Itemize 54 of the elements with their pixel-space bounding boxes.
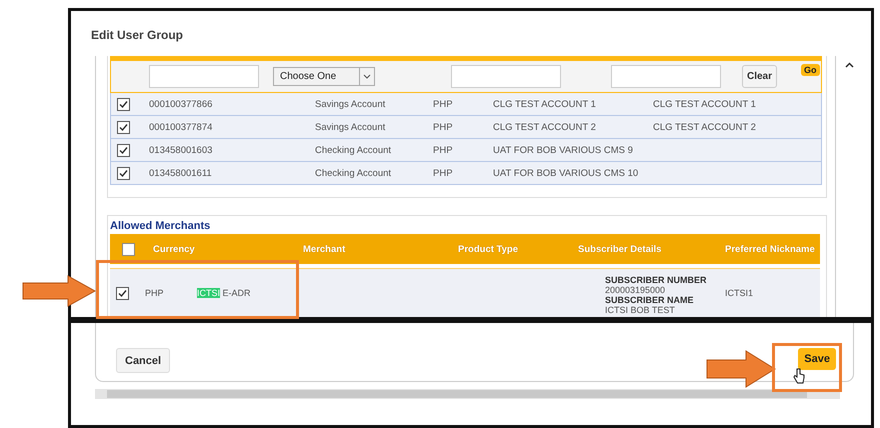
highlight-frame	[772, 343, 842, 392]
checkbox[interactable]	[116, 286, 129, 300]
table-cell-text: 000100377874	[149, 122, 214, 132]
clear-button[interactable]: Clear	[742, 65, 778, 88]
table-cell-text: UAT FOR BOB VARIOUS CMS 10	[493, 168, 640, 178]
dialog-title: Edit User Group	[90, 27, 184, 44]
cancel-button[interactable]: Cancel	[116, 348, 170, 373]
column-header: Currency	[153, 244, 196, 254]
section-title: Allowed Merchants	[110, 220, 212, 232]
scroll-up-icon[interactable]	[844, 62, 854, 68]
table-row[interactable]: 013458001603 Checking Account PHP UAT FOR BOB VARIOUS CMS 9	[110, 139, 822, 162]
table-row[interactable]: 013458001611 Checking Account PHP UAT FOR BOB VARIOUS CMS 10	[110, 162, 822, 185]
table-row[interactable]: 000100377874 Savings Account PHP CLG TEST ACCOUNT 2 CLG TEST ACCOUNT 2	[110, 116, 822, 139]
table-cell-text: Savings Account	[315, 122, 386, 132]
table-cell-text: PHP	[145, 288, 165, 298]
table-cell-text: Savings Account	[315, 98, 386, 110]
table-cell-text: CLG TEST ACCOUNT 1	[653, 98, 757, 110]
go-button[interactable]: Go	[801, 64, 820, 76]
checkbox[interactable]	[122, 242, 135, 256]
table-row[interactable]: PHP ICTSI E-ADR SUBSCRIBER NUMBER 200003195000 SUBSCRIBER NAME ICTSI BOB TEST ICTSI1	[110, 268, 820, 317]
table-cell-text: CLG TEST ACCOUNT 2	[653, 122, 757, 132]
table-cell-text: PHP	[433, 168, 454, 178]
checkbox[interactable]	[117, 120, 130, 134]
table-cell-text: UAT FOR BOB VARIOUS CMS 9	[493, 144, 634, 156]
table-cell-text: 013458001603	[149, 144, 214, 156]
subscriber-details: SUBSCRIBER NUMBER 200003195000 SUBSCRIBER NAME ICTSI BOB TEST	[605, 274, 708, 315]
filter-field[interactable]	[149, 65, 259, 88]
checkbox[interactable]	[117, 144, 130, 156]
column-header: Merchant	[303, 244, 346, 254]
column-header: Preferred Nickname	[725, 244, 816, 254]
chevron-down-icon	[363, 74, 371, 79]
column-header: Subscriber Details	[578, 244, 662, 254]
hand-cursor-icon	[793, 368, 805, 384]
table-cell-text: PHP	[433, 144, 454, 156]
table-cell-text: Checking Account	[315, 144, 392, 156]
checkbox[interactable]	[117, 98, 130, 110]
arrow-annotation	[706, 350, 776, 388]
table-cell-text: ICTSI1	[725, 288, 754, 298]
filter-field[interactable]	[451, 65, 561, 88]
table-cell-text: PHP	[433, 122, 454, 132]
table-cell-text: 013458001611	[149, 168, 213, 178]
horizontal-scrollbar[interactable]	[95, 389, 840, 399]
table-cell-text: CLG TEST ACCOUNT 1	[493, 98, 597, 110]
filter-field[interactable]	[611, 65, 721, 88]
table-cell-text: Checking Account	[315, 168, 392, 178]
checkbox[interactable]	[117, 166, 130, 180]
filter-dropdown[interactable]: Choose One	[273, 67, 375, 86]
column-header: Product Type	[458, 244, 519, 254]
table-cell-text: 000100377866	[149, 98, 214, 110]
table-row[interactable]: 000100377866 Savings Account PHP CLG TEST ACCOUNT 1 CLG TEST ACCOUNT 1	[110, 93, 822, 116]
table-cell-text: CLG TEST ACCOUNT 2	[493, 122, 597, 132]
table-cell-text: ICTSI E-ADR	[197, 288, 252, 298]
table-cell-text: PHP	[433, 98, 454, 110]
save-button[interactable]: Save	[798, 348, 836, 370]
